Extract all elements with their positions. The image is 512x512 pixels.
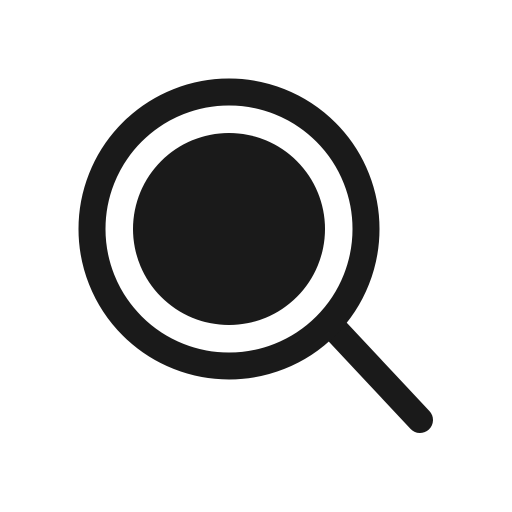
magnifier-handle	[319, 313, 433, 433]
icon-canvas	[0, 0, 512, 512]
search-icon-graphic	[78, 78, 433, 433]
search-icon	[0, 0, 512, 512]
magnifier-lens-fill	[133, 133, 325, 325]
